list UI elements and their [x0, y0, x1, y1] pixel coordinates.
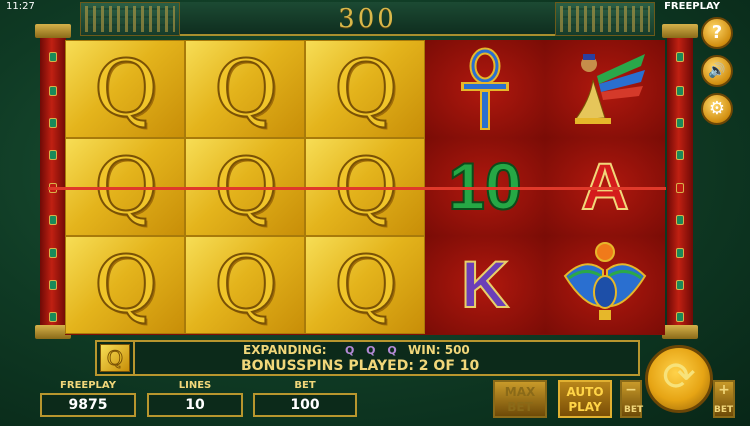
lines-label: LINES [178, 380, 212, 391]
plus-icon: + [718, 382, 730, 398]
q-symbol: Q [213, 43, 279, 135]
reel-cell: Q [65, 40, 185, 138]
reel-cell: K [425, 236, 545, 334]
sound-button[interactable]: 🔊 [701, 55, 733, 87]
lines-value[interactable]: 10 [147, 393, 243, 417]
spin-icon[interactable]: ⟳ [645, 345, 713, 413]
reel-cell [545, 236, 665, 334]
win-amount: WIN: 500 [408, 343, 470, 357]
gem-icon [676, 118, 684, 128]
reel-cell: Q [185, 236, 305, 334]
gem-icon [676, 248, 684, 258]
ankh-icon [461, 47, 509, 130]
autoplay-label-2: PLAY [568, 400, 602, 414]
gem-icon [676, 312, 684, 322]
freeplay-balance: 9875 [40, 393, 136, 417]
gem-icon [49, 86, 57, 96]
q-symbol: Q [93, 239, 159, 331]
reel-cell: Q [185, 40, 305, 138]
reel-cell: Q [305, 40, 425, 138]
gem-icon [49, 215, 57, 225]
win-total: 300 [338, 4, 397, 34]
gem-icon [676, 150, 684, 160]
gem-icon [49, 280, 57, 290]
right-frieze [555, 2, 655, 36]
q-symbol: Q [333, 43, 399, 135]
expanding-label: EXPANDING: [243, 343, 327, 357]
gem-icon [49, 52, 57, 62]
bet-decrease-label: BET [624, 405, 644, 415]
gem-icon [49, 150, 57, 160]
right-pillar-cap [662, 24, 698, 38]
payline-marker-right [676, 183, 684, 193]
gear-icon: ⚙ [708, 98, 726, 119]
scarab-icon [563, 242, 647, 320]
freeplay-mode-label: FREEPLAY [664, 1, 720, 12]
max-bet-label-2: BET [507, 400, 533, 414]
clock: 11:27 [6, 1, 35, 12]
gem-icon [676, 86, 684, 96]
autoplay-button[interactable]: AUTO PLAY [558, 380, 612, 418]
reel-cell: Q [305, 236, 425, 334]
left-pillar-cap [35, 24, 71, 38]
gem-icon [49, 248, 57, 258]
left-frieze [80, 2, 180, 36]
right-pillar-base [662, 325, 698, 339]
gem-icon [49, 312, 57, 322]
expanding-symbols: Q Q Q [345, 344, 401, 357]
expanding-symbol-icon: Q [106, 346, 124, 371]
gem-icon [49, 118, 57, 128]
gem-icon [676, 52, 684, 62]
q-symbol: Q [213, 239, 279, 331]
reel-cell: Q [65, 236, 185, 334]
speaker-icon: 🔊 [708, 63, 726, 79]
gem-icon [676, 215, 684, 225]
minus-icon: − [625, 382, 637, 398]
k-symbol: K [460, 246, 510, 322]
max-bet-label-1: MAX [504, 385, 536, 399]
settings-button[interactable]: ⚙ [701, 93, 733, 125]
bonus-spins-status: BONUSSPINS PLAYED: 2 OF 10 [241, 358, 480, 374]
winning-payline [48, 187, 666, 190]
help-button[interactable]: ? [701, 17, 733, 49]
bet-label: BET [294, 380, 316, 391]
bet-increase-label: BET [714, 405, 734, 415]
q-symbol: Q [333, 239, 399, 331]
freeplay-label: FREEPLAY [60, 380, 116, 391]
question-icon: ? [711, 22, 723, 43]
bet-value[interactable]: 100 [253, 393, 357, 417]
gem-icon [676, 280, 684, 290]
reel-cell [545, 40, 665, 138]
autoplay-label-1: AUTO [566, 385, 604, 399]
reel-cell [425, 40, 545, 138]
q-symbol: Q [93, 43, 159, 135]
isis-icon [573, 54, 645, 124]
max-bet-button[interactable]: MAX BET [493, 380, 547, 418]
